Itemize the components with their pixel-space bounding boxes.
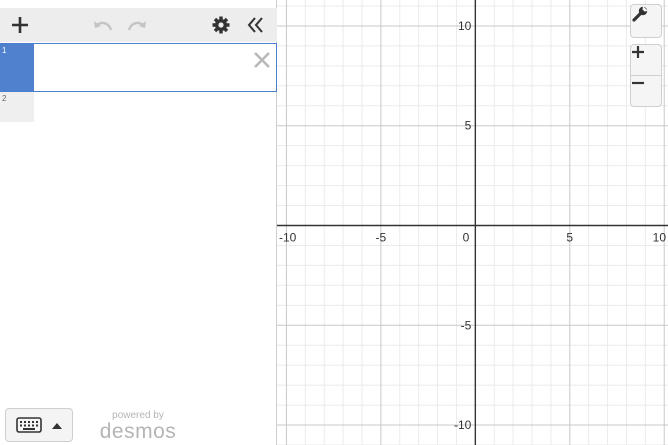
undo-icon	[94, 21, 113, 31]
graph-settings-button[interactable]	[630, 4, 662, 38]
keyboard-icon	[16, 417, 42, 433]
expression-index-tab[interactable]: 2	[0, 92, 34, 122]
minor-gridlines	[277, 0, 668, 445]
settings-button[interactable]	[209, 8, 233, 42]
major-gridlines	[277, 0, 668, 445]
collapse-sidebar-button[interactable]	[244, 8, 268, 42]
expression-index: 1	[2, 46, 7, 55]
axes	[277, 0, 668, 445]
y-tick-label: 5	[465, 119, 472, 133]
x-tick-label: 10	[653, 230, 667, 244]
close-icon	[254, 52, 270, 68]
y-tick-label: -5	[461, 318, 472, 332]
expression-input[interactable]	[42, 58, 242, 78]
minus-icon	[632, 81, 644, 85]
y-tick-label: -10	[454, 418, 472, 432]
zoom-in-button[interactable]	[630, 44, 662, 76]
desmos-brand: desmos	[99, 420, 177, 443]
keypad-toggle-button[interactable]	[5, 408, 73, 442]
plus-icon	[632, 46, 644, 58]
double-chevron-left-icon	[247, 17, 263, 33]
x-tick-label: 5	[566, 230, 573, 244]
plus-icon	[12, 17, 28, 33]
redo-icon	[127, 21, 146, 31]
y-tick-label: 10	[458, 19, 472, 33]
expression-index: 2	[2, 94, 7, 103]
expression-input[interactable]	[42, 98, 243, 116]
powered-by-desmos-logo: powered by desmos	[98, 410, 178, 442]
redo-button[interactable]	[124, 8, 150, 42]
add-item-button[interactable]	[8, 8, 32, 42]
x-tick-label: -5	[376, 230, 387, 244]
delete-expression-button[interactable]	[252, 50, 272, 70]
x-tick-label: 0	[463, 230, 470, 244]
graph-paper[interactable]: -10 -5 0 5 10 -10 -5 5 10	[277, 0, 668, 445]
expression-row[interactable]: 2	[0, 92, 277, 122]
expression-toolbar	[0, 8, 277, 42]
graph-canvas[interactable]: -10 -5 0 5 10 -10 -5 5 10	[277, 0, 668, 445]
gear-icon	[212, 16, 230, 34]
expression-sidebar: 1 2 powered by desmos	[0, 0, 277, 445]
x-tick-label: -10	[279, 230, 297, 244]
expression-row[interactable]: 1	[0, 43, 277, 92]
expression-index-tab[interactable]: 1	[0, 44, 34, 91]
zoom-out-button[interactable]	[630, 75, 662, 107]
caret-up-icon	[52, 422, 62, 429]
wrench-icon	[632, 6, 648, 22]
undo-button[interactable]	[90, 8, 116, 42]
